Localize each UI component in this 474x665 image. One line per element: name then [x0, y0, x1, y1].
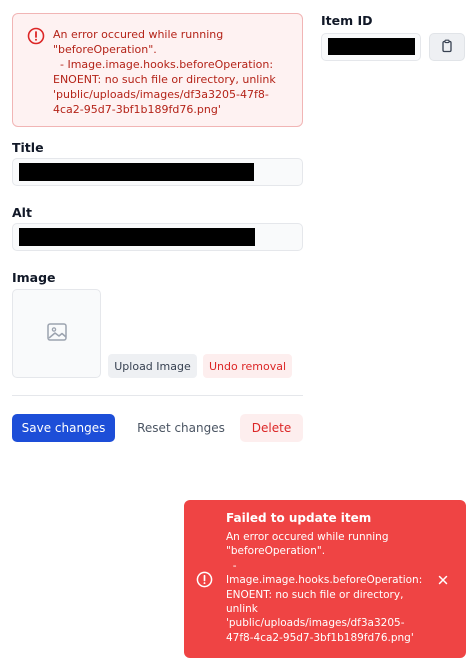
toast-close-button[interactable]: [436, 572, 450, 586]
item-id-value-redacted: [328, 38, 415, 55]
title-input[interactable]: [12, 158, 303, 186]
copy-id-button[interactable]: [429, 33, 465, 61]
image-icon: [46, 321, 68, 347]
item-id-label: Item ID: [321, 13, 373, 28]
item-id-field[interactable]: [321, 33, 421, 61]
clipboard-icon: [440, 38, 454, 57]
alert-circle-icon: [196, 571, 213, 588]
reset-changes-button[interactable]: Reset changes: [128, 414, 234, 442]
image-preview[interactable]: [12, 289, 101, 378]
alt-input[interactable]: [12, 223, 303, 251]
toast-title: Failed to update item: [226, 511, 372, 525]
title-label: Title: [12, 140, 44, 155]
error-toast: Failed to update item An error occured w…: [184, 500, 466, 658]
upload-image-button[interactable]: Upload Image: [108, 354, 197, 378]
close-icon: [438, 570, 448, 589]
alert-circle-icon: [27, 27, 45, 45]
undo-removal-button[interactable]: Undo removal: [203, 354, 292, 378]
image-label: Image: [12, 270, 56, 285]
alt-label: Alt: [12, 205, 32, 220]
error-message-box: An error occured while running "beforeOp…: [12, 13, 303, 127]
delete-button[interactable]: Delete: [240, 414, 303, 442]
alt-value-redacted: [19, 228, 255, 246]
toast-message: An error occured while running "beforeOp…: [226, 531, 423, 644]
divider: [12, 395, 303, 396]
save-changes-button[interactable]: Save changes: [12, 414, 115, 442]
error-message-text: An error occured while running "beforeOp…: [53, 28, 276, 116]
title-value-redacted: [19, 163, 254, 181]
